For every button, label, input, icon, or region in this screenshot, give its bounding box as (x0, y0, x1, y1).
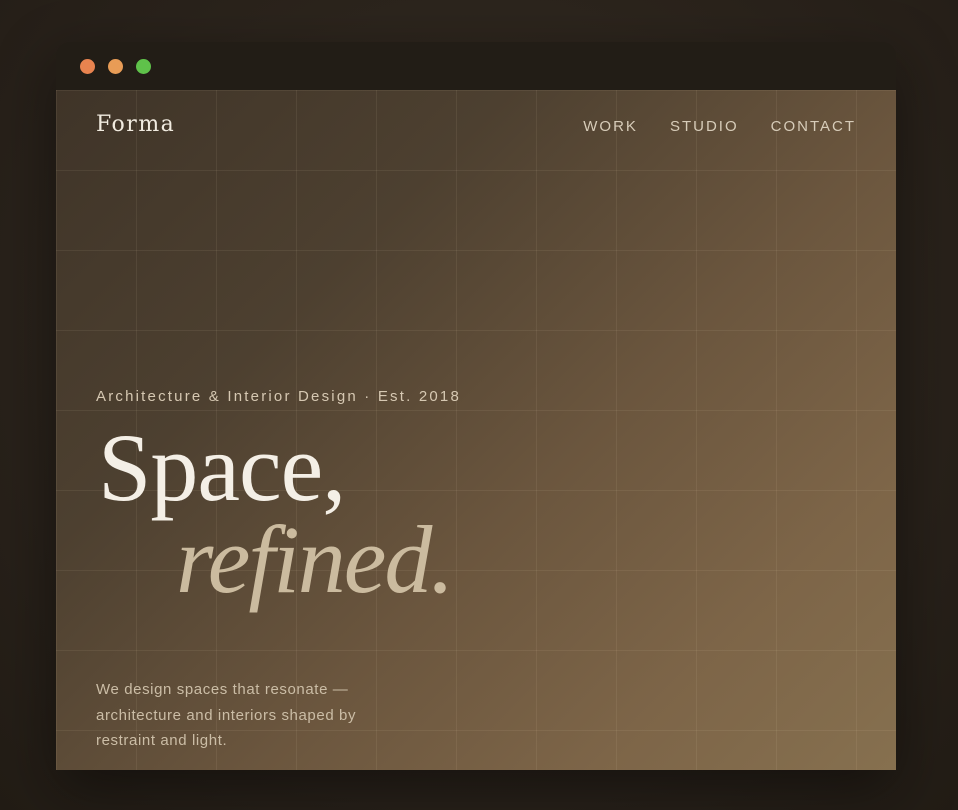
hero-eyebrow: Architecture & Interior Design · Est. 20… (96, 388, 462, 405)
hero-headline: Space, (98, 414, 346, 521)
main-nav: WORK STUDIO CONTACT (583, 118, 856, 135)
close-window-dot[interactable] (80, 59, 95, 74)
browser-window: Forma WORK STUDIO CONTACT Architecture &… (56, 42, 896, 770)
maximize-window-dot[interactable] (136, 59, 151, 74)
hero-description: We design spaces that resonate — archite… (96, 681, 357, 749)
site-logo[interactable]: Forma (96, 112, 175, 137)
nav-item-studio[interactable]: STUDIO (670, 118, 739, 135)
nav-item-contact[interactable]: CONTACT (771, 118, 856, 135)
window-titlebar (56, 42, 896, 90)
hero-headline-italic: refined. (176, 506, 454, 613)
page-viewport: Forma WORK STUDIO CONTACT Architecture &… (56, 90, 896, 770)
nav-item-work[interactable]: WORK (583, 118, 638, 135)
minimize-window-dot[interactable] (108, 59, 123, 74)
